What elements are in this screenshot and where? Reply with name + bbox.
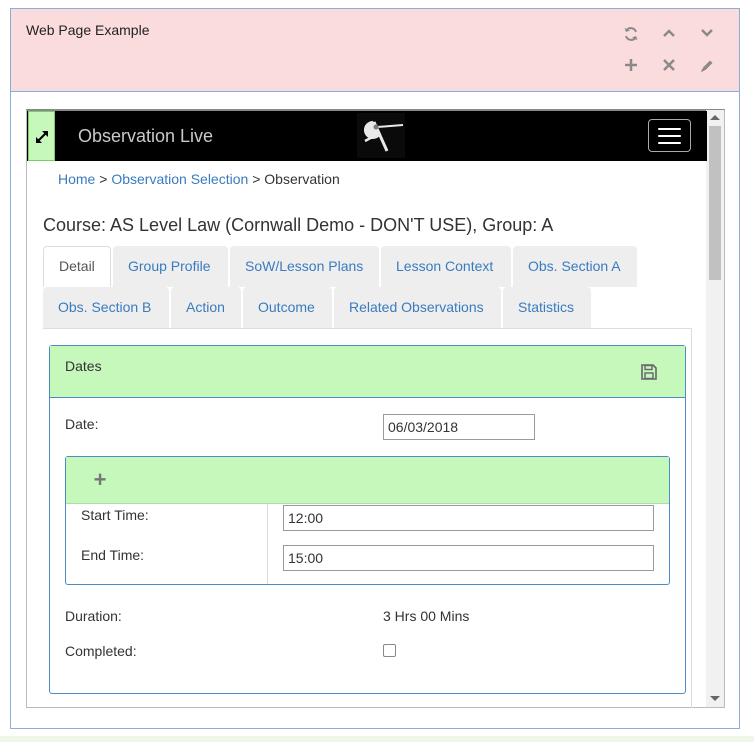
- plus-icon[interactable]: [620, 55, 642, 77]
- breadcrumb-home-link[interactable]: Home: [58, 171, 95, 187]
- close-icon[interactable]: [658, 55, 680, 77]
- hamburger-icon-bar: [658, 135, 681, 137]
- vertical-scrollbar[interactable]: [706, 110, 724, 707]
- menu-toggle-button[interactable]: [648, 119, 691, 152]
- dates-panel-title: Dates: [65, 358, 102, 374]
- duration-label: Duration:: [65, 608, 122, 624]
- page-bottom-strip: [0, 736, 754, 742]
- page-title: Course: AS Level Law (Cornwall Demo - DO…: [43, 215, 554, 235]
- time-panel-divider: [267, 504, 268, 584]
- tab-group-profile[interactable]: Group Profile: [113, 246, 228, 287]
- refresh-icon[interactable]: [620, 23, 642, 45]
- tab-sow-lesson-plans[interactable]: SoW/Lesson Plans: [230, 246, 379, 287]
- scrollbar-thumb[interactable]: [709, 126, 721, 280]
- save-icon[interactable]: [640, 363, 658, 386]
- start-time-label: Start Time:: [81, 507, 149, 523]
- chevron-up-icon[interactable]: [658, 23, 680, 45]
- tab-statistics[interactable]: Statistics: [503, 287, 591, 328]
- breadcrumb-current: Observation: [264, 171, 340, 187]
- time-panel-heading: [66, 457, 669, 504]
- breadcrumb-separator: >: [252, 171, 261, 187]
- dates-panel-heading: [50, 346, 685, 398]
- date-label: Date:: [65, 416, 99, 432]
- breadcrumb-separator: >: [99, 171, 108, 187]
- pencil-icon[interactable]: [696, 55, 718, 77]
- widget-header: Web Page Example: [10, 8, 740, 92]
- tab-outcome[interactable]: Outcome: [243, 287, 332, 328]
- date-input[interactable]: [383, 414, 535, 440]
- expand-icon: [36, 131, 48, 143]
- end-time-input[interactable]: [283, 545, 654, 571]
- app-brand[interactable]: Observation Live: [78, 126, 213, 147]
- duration-value: 3 Hrs 00 Mins: [383, 608, 470, 624]
- expand-button[interactable]: [28, 111, 55, 161]
- completed-checkbox[interactable]: [383, 644, 396, 657]
- add-icon[interactable]: +: [92, 469, 108, 491]
- hamburger-icon: [658, 128, 681, 130]
- tab-detail[interactable]: Detail: [43, 246, 111, 287]
- end-time-label: End Time:: [81, 547, 145, 563]
- scroll-down-arrow-icon[interactable]: [710, 696, 720, 701]
- hamburger-icon-bar: [658, 142, 681, 144]
- completed-label: Completed:: [65, 643, 137, 659]
- scroll-up-arrow-icon[interactable]: [710, 115, 720, 120]
- tab-content-border: [691, 328, 692, 708]
- tab-action[interactable]: Action: [171, 287, 241, 328]
- chevron-down-icon[interactable]: [696, 23, 718, 45]
- app-logo: [357, 113, 405, 163]
- tab-obs-section-a[interactable]: Obs. Section A: [513, 246, 637, 287]
- tab-lesson-context[interactable]: Lesson Context: [381, 246, 511, 287]
- tab-content-border: [43, 328, 692, 329]
- tab-related-observations[interactable]: Related Observations: [334, 287, 501, 328]
- breadcrumb-selection-link[interactable]: Observation Selection: [111, 171, 248, 187]
- start-time-input[interactable]: [283, 505, 654, 531]
- tab-obs-section-b[interactable]: Obs. Section B: [43, 287, 169, 328]
- breadcrumb: Home > Observation Selection > Observati…: [58, 171, 340, 187]
- widget-title: Web Page Example: [26, 22, 150, 38]
